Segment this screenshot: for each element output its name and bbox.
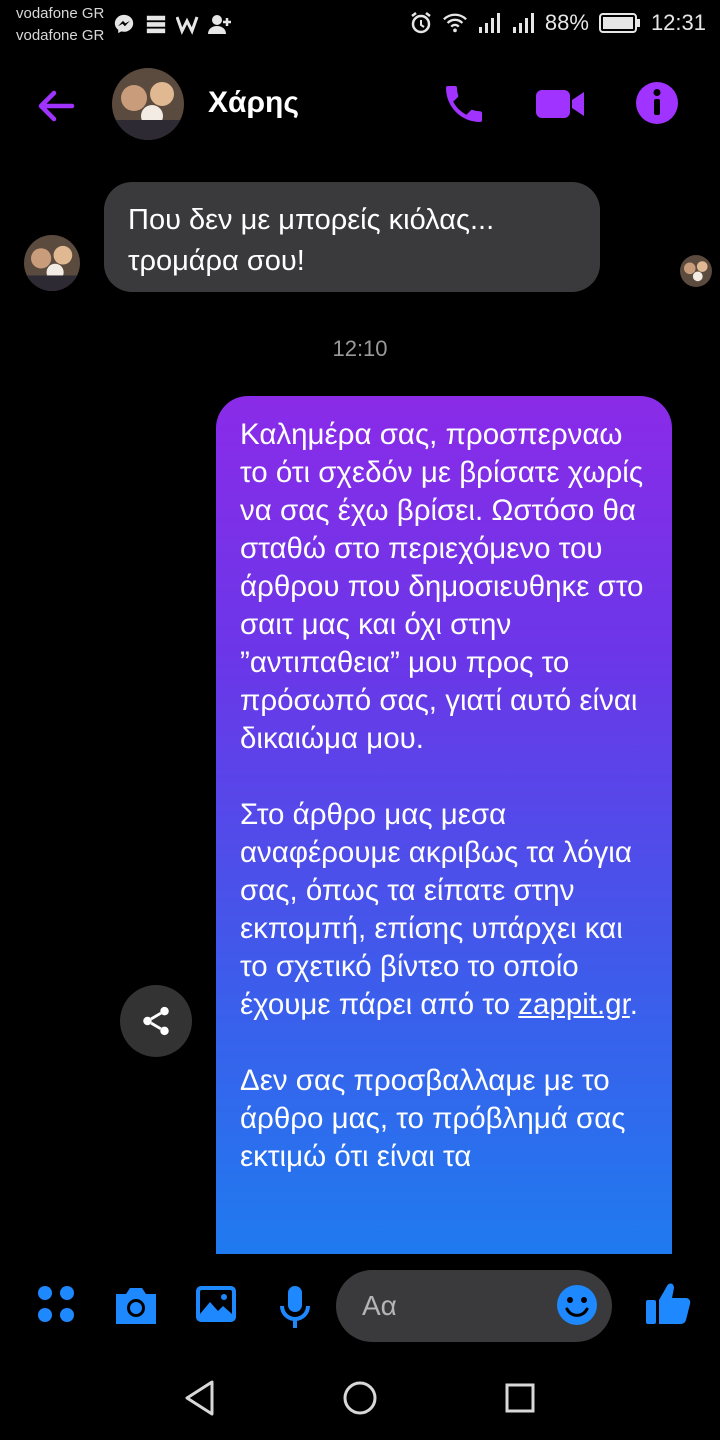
w-app-icon [176,12,200,36]
share-button[interactable] [120,985,192,1057]
message-list[interactable]: Που δεν με μπορείς κιόλας... τρομάρα σου… [0,150,720,1254]
message-paragraph: Δεν σας προσβαλλαμε με το άρθρο μας, το … [240,1064,626,1173]
system-navigation-bar [0,1358,720,1440]
incoming-message-bubble[interactable]: Που δεν με μπορείς κιόλας... τρομάρα σου… [104,182,600,292]
signal-icon [477,11,501,35]
carrier-label-1: vodafone GR [16,5,105,22]
add-contact-icon [208,12,232,36]
nav-home-icon[interactable] [342,1380,378,1416]
share-icon [143,1006,169,1036]
message-input-placeholder: Αα [362,1290,397,1321]
battery-percent: 88% [544,10,589,35]
info-icon[interactable] [634,80,680,126]
conversation-header: Χάρης [0,62,720,148]
system-icons: 88% 12:31 [409,10,706,36]
thumbs-up-icon[interactable] [644,1280,692,1326]
gallery-icon[interactable] [194,1284,238,1324]
clock: 12:31 [650,10,706,35]
sender-avatar[interactable] [24,235,80,291]
message-paragraph: Στο άρθρο μας μεσα αναφέρουμε ακριβως τα… [240,796,648,1024]
message-link[interactable]: zappit.gr [518,988,630,1021]
avatar[interactable] [112,68,184,140]
message-composer: Αα [0,1254,720,1358]
nav-recent-apps-icon[interactable] [504,1382,536,1414]
back-arrow-icon[interactable] [32,82,80,130]
storage-icon [144,12,168,36]
alarm-icon [409,11,433,35]
notification-icons [112,12,232,36]
phone-icon[interactable] [440,80,488,128]
outgoing-message-bubble[interactable]: Καλημέρα σας, προσπερναω το ότι σχεδόν μ… [216,396,672,1254]
microphone-icon[interactable] [278,1284,312,1330]
emoji-icon[interactable] [554,1282,600,1328]
message-timestamp: 12:10 [332,336,388,361]
wifi-icon [442,11,467,35]
contact-name[interactable]: Χάρης [208,86,299,120]
message-text-line: Που δεν με μπορείς κιόλας... [128,204,495,236]
read-receipt-avatar [680,255,712,287]
nav-back-icon[interactable] [182,1378,218,1418]
message-input[interactable]: Αα [336,1270,612,1342]
menu-dots-icon[interactable] [36,1284,76,1324]
message-paragraph: Καλημέρα σας, προσπερναω το ότι σχεδόν μ… [240,418,644,755]
camera-icon[interactable] [112,1284,160,1328]
message-text: . [629,988,638,1021]
carrier-label-2: vodafone GR [16,27,105,44]
messenger-icon [112,12,136,36]
signal-icon [511,11,535,35]
status-bar: vodafone GR vodafone GR 88% 12:31 [0,0,720,50]
video-camera-icon[interactable] [534,80,586,128]
battery-icon [598,11,641,35]
message-text-line: τρομάρα σου! [128,245,305,277]
